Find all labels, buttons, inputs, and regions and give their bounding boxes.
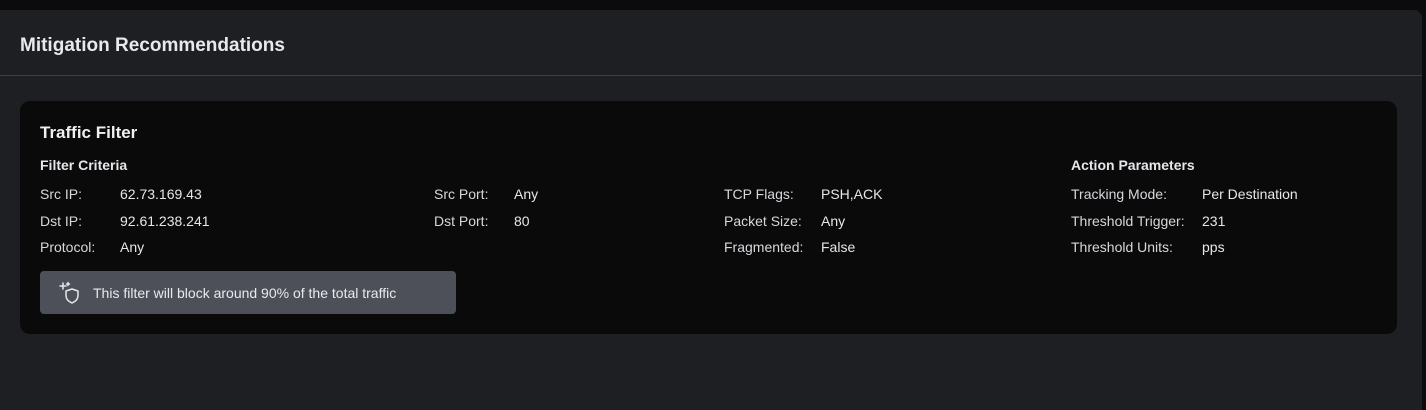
action-parameters-title: Action Parameters <box>1071 157 1195 173</box>
threshold-trigger-value: 231 <box>1202 213 1226 229</box>
src-ip-label: Src IP: <box>40 186 83 202</box>
dst-ip-value: 92.61.238.241 <box>120 213 210 229</box>
src-port-value: Any <box>514 186 539 202</box>
shield-sparkle-icon <box>57 280 83 306</box>
src-port-label: Src Port: <box>434 186 489 202</box>
banner-text: This filter will block around 90% of the… <box>93 284 397 301</box>
traffic-filter-card: Traffic Filter Filter Criteria Action Pa… <box>20 101 1397 334</box>
panel-title: Mitigation Recommendations <box>20 34 285 56</box>
tcp-flags-label: TCP Flags: <box>724 186 794 202</box>
filter-criteria-title: Filter Criteria <box>40 157 128 173</box>
src-ip-value: 62.73.169.43 <box>120 186 202 202</box>
tracking-mode-value: Per Destination <box>1202 186 1298 202</box>
tracking-mode-label: Tracking Mode: <box>1071 186 1167 202</box>
panel-header: Mitigation Recommendations <box>0 10 1422 76</box>
threshold-units-label: Threshold Units: <box>1071 239 1173 255</box>
tcp-flags-value: PSH,ACK <box>821 186 883 202</box>
packet-size-label: Packet Size: <box>724 213 802 229</box>
fragmented-value: False <box>821 239 856 255</box>
dst-port-value: 80 <box>514 213 530 229</box>
card-title: Traffic Filter <box>40 123 138 142</box>
traffic-block-estimate-banner: This filter will block around 90% of the… <box>40 271 456 314</box>
fragmented-label: Fragmented: <box>724 239 804 255</box>
packet-size-value: Any <box>821 213 846 229</box>
threshold-trigger-label: Threshold Trigger: <box>1071 213 1185 229</box>
protocol-value: Any <box>120 239 145 255</box>
mitigation-panel: Mitigation Recommendations Traffic Filte… <box>0 10 1422 410</box>
threshold-units-value: pps <box>1202 239 1225 255</box>
protocol-label: Protocol: <box>40 239 96 255</box>
dst-port-label: Dst Port: <box>434 213 489 229</box>
dst-ip-label: Dst IP: <box>40 213 83 229</box>
